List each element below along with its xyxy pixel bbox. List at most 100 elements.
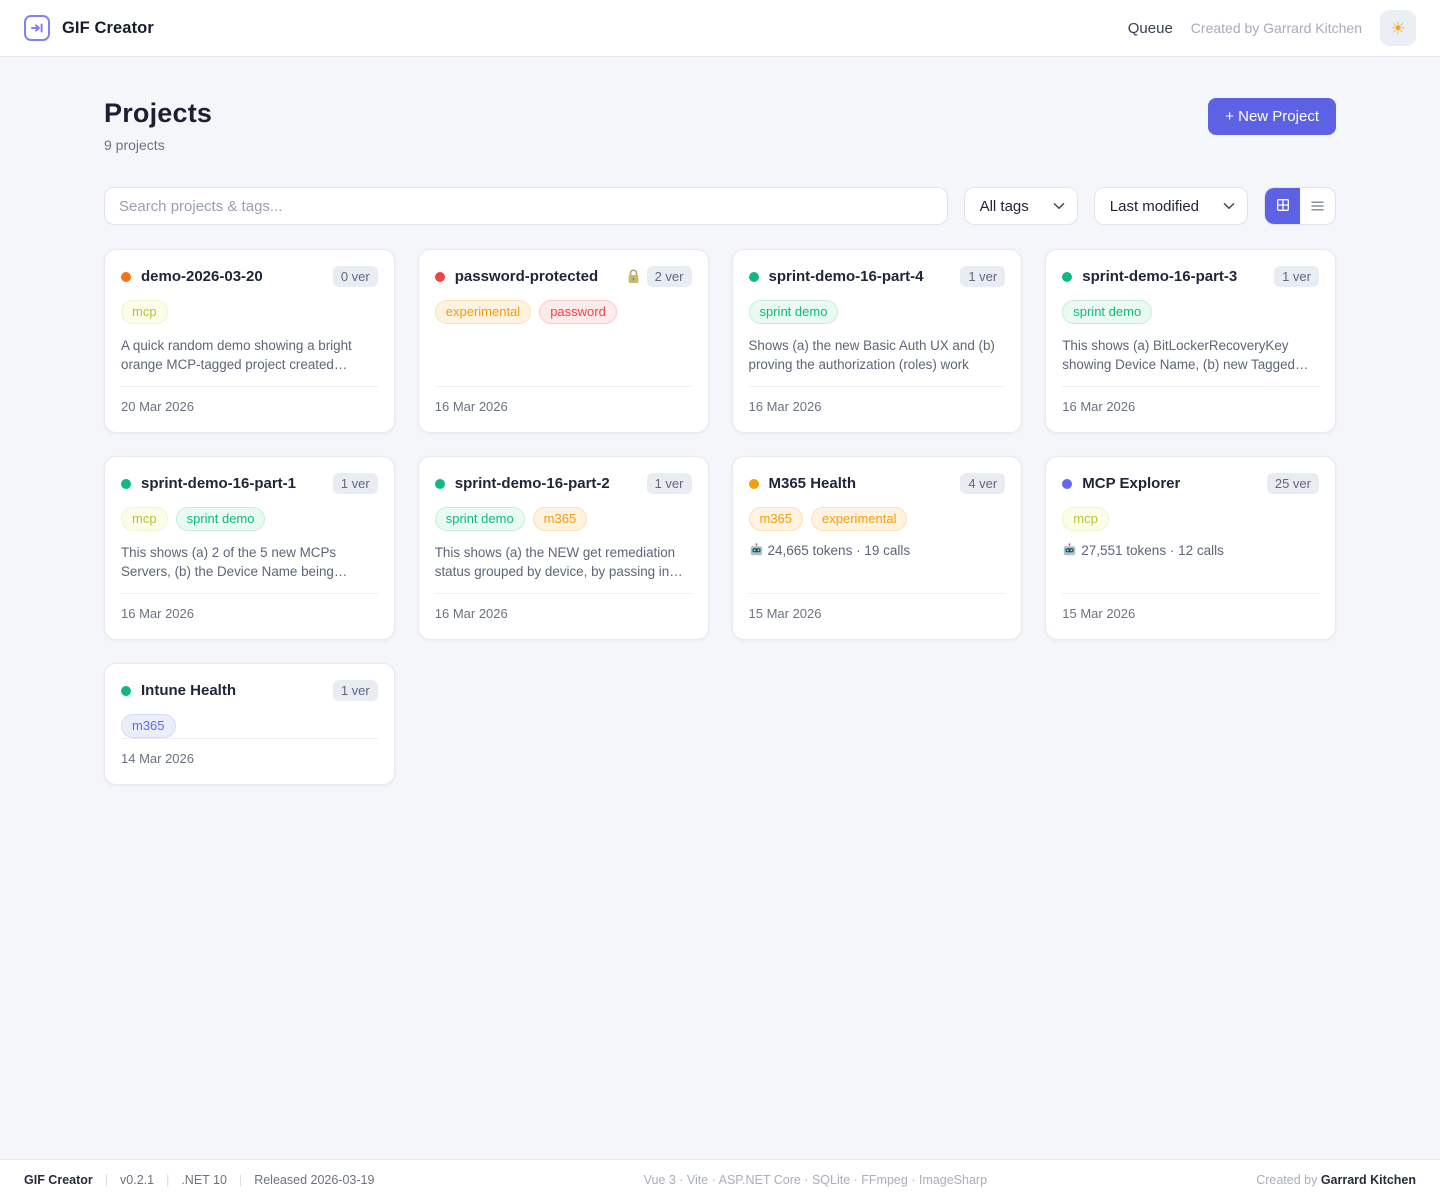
project-card[interactable]: sprint-demo-16-part-3 1 ver sprint demo … bbox=[1045, 249, 1336, 433]
project-card[interactable]: password-protected 2 ver experimental pas… bbox=[418, 249, 709, 433]
project-date: 16 Mar 2026 bbox=[121, 606, 194, 621]
tag-list: mcp bbox=[1062, 507, 1319, 531]
tag-pill[interactable]: mcp bbox=[121, 300, 168, 324]
project-name: password-protected bbox=[455, 268, 598, 285]
tag-pill[interactable]: sprint demo bbox=[749, 300, 839, 324]
brand: GIF Creator bbox=[24, 15, 154, 41]
project-date: 16 Mar 2026 bbox=[435, 606, 508, 621]
tag-pill[interactable]: m365 bbox=[749, 507, 804, 531]
chevron-down-icon bbox=[1053, 202, 1065, 210]
version-badge: 4 ver bbox=[960, 473, 1005, 494]
status-dot bbox=[1062, 479, 1072, 489]
project-card[interactable]: sprint-demo-16-part-2 1 ver sprint demo m… bbox=[418, 456, 709, 640]
project-date: 16 Mar 2026 bbox=[1062, 399, 1135, 414]
footer-separator: | bbox=[105, 1173, 108, 1187]
tag-pill[interactable]: m365 bbox=[121, 714, 176, 738]
project-card[interactable]: Intune Health 1 ver m365 14 Mar 2026 bbox=[104, 663, 395, 785]
project-description: This shows (a) the NEW get remediation s… bbox=[435, 543, 692, 581]
footer-runtime: .NET 10 bbox=[181, 1173, 227, 1187]
token-stats: 24,665 tokens · 19 calls bbox=[749, 543, 1006, 558]
page-title: Projects bbox=[104, 98, 212, 129]
robot-icon bbox=[749, 543, 764, 558]
tag-list: m365 bbox=[121, 714, 378, 738]
footer-app-name: GIF Creator bbox=[24, 1173, 93, 1187]
project-card[interactable]: sprint-demo-16-part-1 1 ver mcpsprint de… bbox=[104, 456, 395, 640]
theme-toggle-button[interactable]: ☀ bbox=[1380, 10, 1416, 46]
tag-pill[interactable]: mcp bbox=[1062, 507, 1109, 531]
project-date: 14 Mar 2026 bbox=[121, 751, 194, 766]
tags-filter-value: All tags bbox=[980, 198, 1029, 215]
status-dot bbox=[749, 479, 759, 489]
tag-pill[interactable]: sprint demo bbox=[1062, 300, 1152, 324]
version-badge: 1 ver bbox=[333, 680, 378, 701]
token-stats-text: 27,551 tokens · 12 calls bbox=[1081, 543, 1224, 558]
tag-pill[interactable]: m365 bbox=[533, 507, 588, 531]
main-content: Projects 9 projects + New Project All ta… bbox=[0, 57, 1440, 1159]
tag-pill[interactable]: sprint demo bbox=[435, 507, 525, 531]
projects-grid: demo-2026-03-20 0 ver mcp A quick random… bbox=[104, 249, 1336, 825]
view-mode-toggle bbox=[1264, 187, 1336, 225]
version-badge: 1 ver bbox=[960, 266, 1005, 287]
status-dot bbox=[1062, 272, 1072, 282]
tag-pill[interactable]: sprint demo bbox=[176, 507, 266, 531]
tag-list: mcp sprint demo bbox=[121, 507, 378, 531]
project-description: This shows (a) 2 of the 5 new MCPs Serve… bbox=[121, 543, 378, 581]
footer-separator: | bbox=[166, 1173, 169, 1187]
footer-released: Released 2026-03-19 bbox=[254, 1173, 374, 1187]
status-dot bbox=[121, 686, 131, 696]
project-date: 15 Mar 2026 bbox=[1062, 606, 1135, 621]
tag-pill[interactable]: mcp bbox=[121, 507, 168, 531]
project-name: sprint-demo-16-part-4 bbox=[769, 268, 924, 285]
version-badge: 25 ver bbox=[1267, 473, 1319, 494]
tag-list: m365 experimental bbox=[749, 507, 1006, 531]
token-stats-text: 24,665 tokens · 19 calls bbox=[768, 543, 911, 558]
sort-select[interactable]: Last modified bbox=[1094, 187, 1248, 225]
project-count: 9 projects bbox=[104, 137, 212, 153]
tag-pill[interactable]: experimental bbox=[435, 300, 531, 324]
tag-pill[interactable]: experimental bbox=[811, 507, 907, 531]
app-footer: GIF Creator | v0.2.1 | .NET 10 | Release… bbox=[0, 1159, 1440, 1200]
search-input[interactable] bbox=[104, 187, 948, 225]
grid-view-button[interactable] bbox=[1265, 188, 1300, 224]
version-badge: 1 ver bbox=[333, 473, 378, 494]
header-created-by: Created by Garrard Kitchen bbox=[1191, 20, 1362, 36]
new-project-button[interactable]: + New Project bbox=[1208, 98, 1336, 135]
status-dot bbox=[435, 479, 445, 489]
project-card[interactable]: M365 Health 4 ver m365 experimental 24,66… bbox=[732, 456, 1023, 640]
robot-icon bbox=[1062, 543, 1077, 558]
project-card[interactable]: MCP Explorer 25 ver mcp 27,551 tokens · … bbox=[1045, 456, 1336, 640]
footer-tech-stack: Vue 3 · Vite · ASP.NET Core · SQLite · F… bbox=[644, 1173, 987, 1187]
chevron-down-icon bbox=[1223, 202, 1235, 210]
project-name: MCP Explorer bbox=[1082, 475, 1180, 492]
project-description: Shows (a) the new Basic Auth UX and (b) … bbox=[749, 336, 1006, 374]
nav-queue-link[interactable]: Queue bbox=[1128, 20, 1173, 37]
grid-icon bbox=[1276, 198, 1290, 215]
tag-list: experimental password bbox=[435, 300, 692, 324]
tag-pill[interactable]: password bbox=[539, 300, 617, 324]
tag-list: sprint demo m365 bbox=[435, 507, 692, 531]
project-name: M365 Health bbox=[769, 475, 857, 492]
project-description: This shows (a) BitLockerRecoveryKey show… bbox=[1062, 336, 1319, 374]
project-name: Intune Health bbox=[141, 682, 236, 699]
project-name: demo-2026-03-20 bbox=[141, 268, 263, 285]
footer-version: v0.2.1 bbox=[120, 1173, 154, 1187]
project-date: 16 Mar 2026 bbox=[749, 399, 822, 414]
list-view-button[interactable] bbox=[1300, 188, 1335, 224]
footer-credit-name: Garrard Kitchen bbox=[1321, 1173, 1416, 1187]
project-date: 16 Mar 2026 bbox=[435, 399, 508, 414]
project-card[interactable]: sprint-demo-16-part-4 1 ver sprint demo … bbox=[732, 249, 1023, 433]
footer-separator: | bbox=[239, 1173, 242, 1187]
list-icon bbox=[1311, 199, 1324, 214]
project-name: sprint-demo-16-part-2 bbox=[455, 475, 610, 492]
version-badge: 0 ver bbox=[333, 266, 378, 287]
version-badge: 1 ver bbox=[647, 473, 692, 494]
sun-icon: ☀ bbox=[1390, 20, 1405, 37]
version-badge: 2 ver bbox=[647, 266, 692, 287]
lock-icon bbox=[627, 269, 640, 284]
project-name: sprint-demo-16-part-3 bbox=[1082, 268, 1237, 285]
status-dot bbox=[121, 479, 131, 489]
app-logo-icon bbox=[24, 15, 50, 41]
project-card[interactable]: demo-2026-03-20 0 ver mcp A quick random… bbox=[104, 249, 395, 433]
tags-filter-select[interactable]: All tags bbox=[964, 187, 1078, 225]
project-date: 20 Mar 2026 bbox=[121, 399, 194, 414]
